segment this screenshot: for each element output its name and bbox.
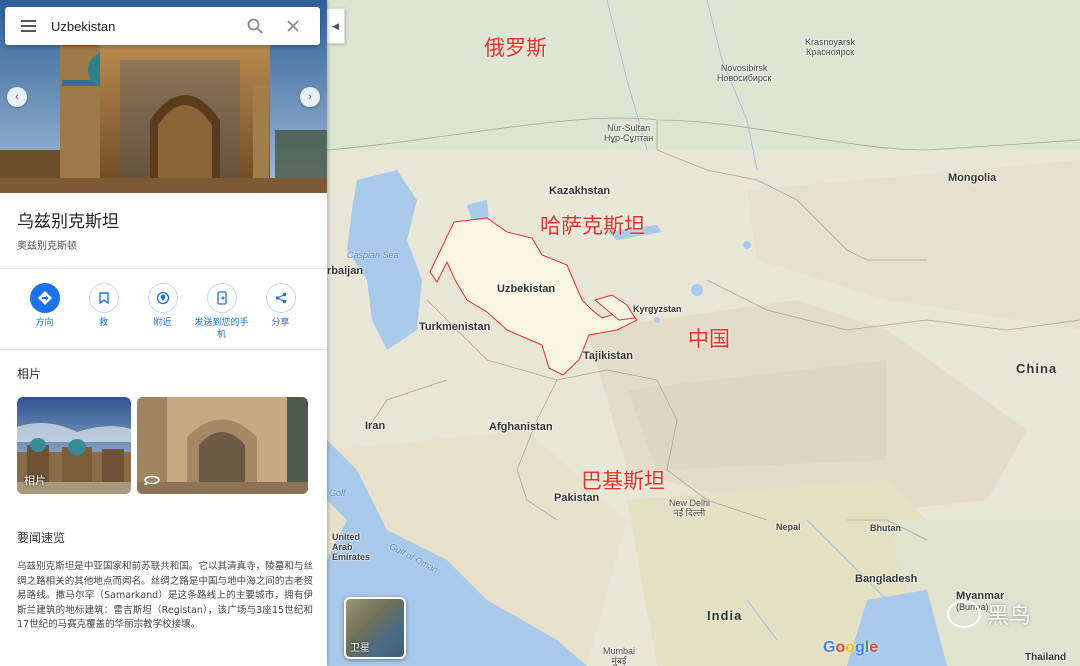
label-nur-sultan: Nur-Sultan Нұр-Сұлтан xyxy=(604,123,654,143)
label-novosibirsk: Novosibirsk Новосибирск xyxy=(717,63,772,83)
label-pakistan-cn: 巴基斯坦 xyxy=(581,469,665,493)
label-tajikistan: Tajikistan xyxy=(583,350,633,362)
action-bar: 方向 救 附近 发送到您的手机 分享 xyxy=(0,269,327,349)
label-russia-cn: 俄罗斯 xyxy=(484,36,547,60)
save-button[interactable]: 救 xyxy=(74,283,133,349)
send-to-phone-label: 发送到您的手机 xyxy=(194,318,249,340)
map-canvas[interactable]: 俄罗斯 哈萨克斯坦 中国 巴基斯坦 Novosibirsk Новосибирск… xyxy=(327,0,1080,666)
hero-prev-button[interactable]: ‹ xyxy=(7,87,27,107)
label-caspian-sea: Caspian Sea xyxy=(347,250,399,260)
share-label: 分享 xyxy=(271,318,290,328)
close-icon xyxy=(287,20,299,32)
directions-icon xyxy=(29,283,60,313)
label-china: China xyxy=(1016,361,1058,376)
label-uae: United Arab Emirates xyxy=(332,532,371,562)
photo-caption: 相片 xyxy=(24,474,46,487)
label-nepal: Nepal xyxy=(776,522,801,532)
chevron-left-icon: ◀ xyxy=(332,20,339,31)
label-uzbekistan: Uzbekistan xyxy=(497,283,556,295)
search-button[interactable] xyxy=(236,7,274,45)
photo-tile-360[interactable] xyxy=(137,397,308,494)
label-mumbai: Mumbai मुंबई xyxy=(603,646,636,666)
photo-strip: 相片 xyxy=(17,397,327,494)
label-gulf: Golf xyxy=(329,488,346,498)
label-kazakhstan: Kazakhstan xyxy=(549,185,611,197)
place-title: 乌兹别克斯坦 xyxy=(17,212,119,232)
label-kazakhstan-cn: 哈萨克斯坦 xyxy=(540,214,645,238)
hero-next-button[interactable]: › xyxy=(300,87,320,107)
clear-search-button[interactable] xyxy=(274,7,312,45)
label-india: India xyxy=(707,608,743,623)
photo-image xyxy=(137,397,308,494)
save-label: 救 xyxy=(98,318,108,328)
label-iran: Iran xyxy=(365,420,386,432)
label-new-delhi: New Delhi नई दिल्ली xyxy=(669,498,711,518)
photos-heading: 相片 xyxy=(17,367,42,381)
overview-heading: 要闻速览 xyxy=(17,531,66,545)
label-krasnoyarsk: Krasnoyarsk Красноярск xyxy=(805,37,856,57)
search-input[interactable] xyxy=(51,18,236,34)
chevron-right-icon: › xyxy=(308,91,312,103)
label-kyrgyzstan: Kyrgyzstan xyxy=(633,304,682,314)
menu-icon[interactable] xyxy=(5,7,51,45)
share-button[interactable]: 分享 xyxy=(251,283,310,349)
overview-text: 乌兹别克斯坦是中亚国家和前苏联共和国。它以其清真寺，陵墓和与丝绸之路相关的其他地… xyxy=(17,561,313,630)
place-subtitle: 奥兹别克斯顿 xyxy=(17,241,77,252)
label-mongolia: Mongolia xyxy=(948,172,997,184)
watermark-logo-icon xyxy=(947,600,981,628)
label-bhutan: Bhutan xyxy=(870,523,901,533)
send-to-phone-button[interactable]: 发送到您的手机 xyxy=(192,283,251,349)
label-afghanistan: Afghanistan xyxy=(489,421,553,433)
directions-button[interactable]: 方向 xyxy=(15,283,74,349)
label-china-cn: 中国 xyxy=(688,327,730,351)
label-bangladesh: Bangladesh xyxy=(855,573,918,585)
send-to-phone-icon xyxy=(206,283,237,313)
share-icon xyxy=(265,283,296,313)
nearby-icon xyxy=(147,283,178,313)
bookmark-icon xyxy=(88,283,119,313)
search-icon xyxy=(247,18,263,34)
nearby-label: 附近 xyxy=(153,318,172,328)
label-pakistan: Pakistan xyxy=(554,492,600,504)
divider xyxy=(0,349,327,350)
label-azerbaijan: rbaijan xyxy=(327,265,364,277)
label-turkmenistan: Turkmenistan xyxy=(419,321,491,333)
directions-label: 方向 xyxy=(35,318,54,328)
nearby-button[interactable]: 附近 xyxy=(133,283,192,349)
panorama-360-icon xyxy=(143,475,160,488)
satellite-toggle[interactable]: 卫星 xyxy=(344,597,406,659)
place-panel: ‹ › 乌兹别克斯坦 奥兹别克斯顿 方向 救 附近 发送到您的手机 分享 相片 … xyxy=(0,0,327,666)
photo-tile[interactable]: 相片 xyxy=(17,397,131,494)
collapse-panel-button[interactable]: ◀ xyxy=(327,8,345,44)
google-logo: Google xyxy=(823,639,879,656)
watermark: 黑鸟 xyxy=(947,598,1031,630)
satellite-label: 卫星 xyxy=(350,643,370,654)
chevron-left-icon: ‹ xyxy=(15,91,19,103)
search-box xyxy=(5,7,320,45)
label-thailand: Thailand xyxy=(1025,652,1067,663)
